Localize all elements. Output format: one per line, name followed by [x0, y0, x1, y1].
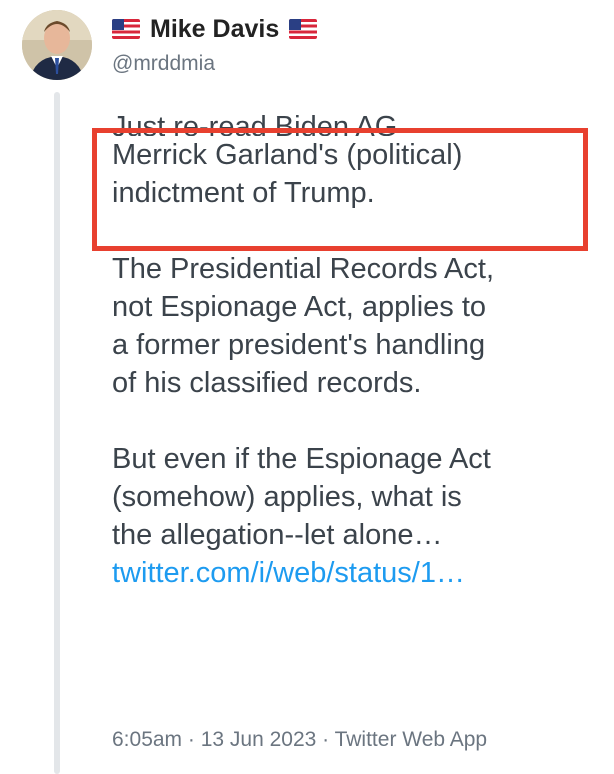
tweet-card: Mike Davis @mrddmia Just re-read Biden A…	[0, 0, 614, 774]
tweet-timestamp[interactable]: 6:05am · 13 Jun 2023 · Twitter Web App	[112, 728, 487, 752]
tweet-line: of his classified records.	[112, 367, 422, 399]
us-flag-icon	[112, 19, 140, 39]
tweet-header: Mike Davis @mrddmia	[112, 12, 318, 76]
thread-line	[54, 92, 60, 774]
author-name-row[interactable]: Mike Davis	[112, 12, 318, 46]
author-handle[interactable]: @mrddmia	[112, 52, 317, 76]
avatar-portrait-icon	[22, 10, 92, 80]
author-name[interactable]: Mike Davis	[150, 15, 279, 44]
avatar[interactable]	[22, 10, 92, 80]
tweet-line: not Espionage Act, applies to	[112, 291, 487, 323]
tweet-line: (somehow) applies, what is	[112, 481, 462, 513]
tweet-line: The Presidential Records Act,	[112, 253, 495, 285]
tweet-link[interactable]: twitter.com/i/web/status/1…	[112, 557, 465, 589]
tweet-line: the allegation--let alone…	[112, 519, 443, 551]
tweet-line: But even if the Espionage Act	[112, 443, 491, 475]
highlight-annotation-box	[92, 128, 588, 251]
tweet-line: a former president's handling	[112, 329, 486, 361]
us-flag-icon	[289, 19, 318, 39]
